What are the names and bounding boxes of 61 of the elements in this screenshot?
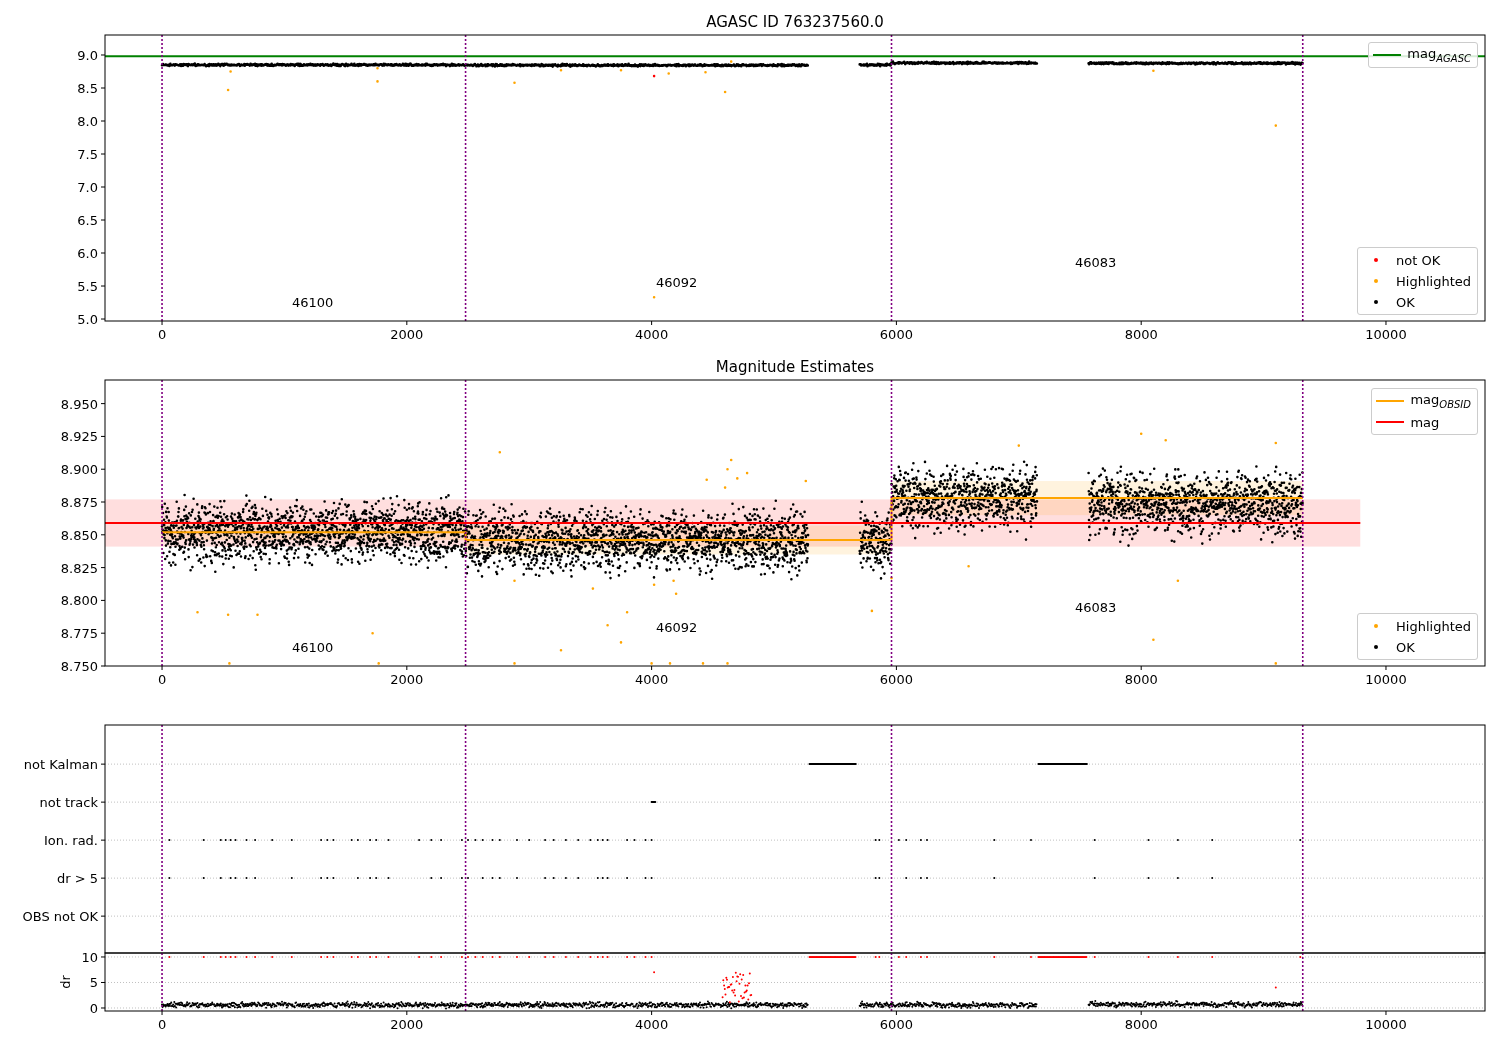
chart-title: AGASC ID 763237560.0 [706, 13, 884, 31]
tick-label: 8.925 [60, 429, 98, 445]
tick-label: 2000 [390, 327, 424, 342]
tick-label: 7.0 [77, 180, 98, 195]
tick-label: 6000 [879, 672, 913, 687]
tick-label: 8.800 [60, 593, 98, 609]
plot-annotation: 46083 [1075, 254, 1117, 270]
legend-label: mag$_{AGASC}$ [1407, 46, 1471, 64]
plot-annotation: 46092 [656, 275, 698, 291]
tick-label: 2000 [390, 672, 424, 687]
tick-label: 8.0 [77, 114, 98, 129]
tick-label: 6.0 [77, 246, 98, 261]
axis-label: dr [58, 975, 73, 989]
tick-label: dr > 5 [56, 871, 98, 887]
tick-label: 8000 [1124, 672, 1158, 687]
tick-label: 8.850 [60, 527, 98, 543]
tick-label: 8.825 [60, 560, 98, 576]
tick-label: 5.0 [77, 312, 98, 327]
tick-label: 5.5 [77, 279, 98, 294]
tick-label: 0 [157, 1017, 167, 1032]
tick-label: 8000 [1124, 1017, 1158, 1032]
tick-label: OBS not OK [22, 909, 98, 925]
tick-label: 7.5 [77, 147, 98, 162]
tick-label: not Kalman [23, 757, 98, 773]
tick-label: 0 [157, 327, 167, 342]
plot-annotation: 46083 [1075, 600, 1117, 616]
tick-label: 2000 [390, 1017, 424, 1032]
tick-label: not track [39, 795, 98, 811]
legend-label: OK [1396, 294, 1415, 310]
tick-label: 9.0 [77, 48, 98, 63]
tick-label: 0 [89, 1001, 98, 1016]
tick-label: 8.750 [60, 659, 98, 674]
tick-label: 8000 [1124, 327, 1158, 342]
plot-annotation: 46100 [292, 295, 334, 311]
tick-label: 0 [157, 672, 167, 687]
tick-label: 8.875 [60, 495, 98, 510]
tick-label: 8.775 [60, 626, 98, 642]
legend-label: Highlighted [1396, 273, 1471, 289]
plot-annotation: 46100 [292, 639, 334, 655]
legend-label: mag [1410, 414, 1440, 430]
tick-label: 6000 [879, 327, 913, 342]
legend-label: not OK [1396, 252, 1441, 268]
plot-annotation: 46092 [656, 619, 698, 635]
tick-label: 10 [81, 950, 98, 965]
tick-label: 4000 [635, 327, 669, 342]
tick-label: 6.5 [77, 213, 98, 228]
tick-label: 8.950 [60, 396, 98, 412]
tick-label: 10000 [1365, 327, 1407, 342]
tick-label: 4000 [635, 1017, 669, 1032]
tick-label: 5 [89, 975, 98, 991]
tick-label: 10000 [1365, 672, 1407, 687]
tick-label: 4000 [635, 672, 669, 687]
tick-label: 8.900 [60, 462, 98, 478]
chart-title: Magnitude Estimates [715, 358, 875, 376]
legend-label: OK [1396, 639, 1415, 655]
legend-label: Highlighted [1396, 618, 1471, 634]
legend-label: mag$_{OBSID}$ [1410, 392, 1471, 410]
tick-label: 10000 [1365, 1017, 1407, 1032]
tick-label: Ion. rad. [44, 833, 98, 849]
tick-label: 6000 [879, 1017, 913, 1032]
tick-label: 8.5 [77, 81, 98, 96]
